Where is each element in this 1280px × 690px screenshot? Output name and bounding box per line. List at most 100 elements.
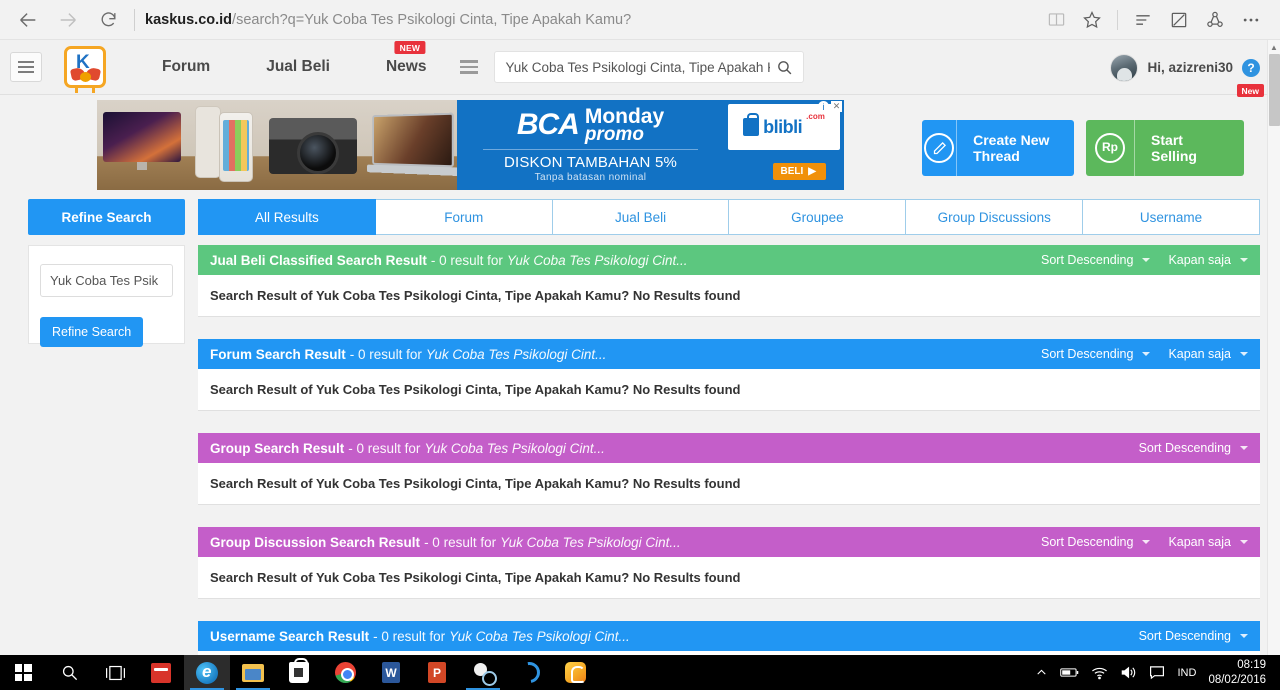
time-filter-dropdown[interactable]: Kapan saja [1150,347,1248,361]
kaskus-logo[interactable]: K [64,46,106,93]
result-header: Group Search Result - 0 result for Yuk C… [198,433,1260,463]
result-query: Yuk Coba Tes Psikologi Cint... [449,628,630,644]
url-domain: kaskus.co.id [145,11,233,28]
tab-all-results[interactable]: All Results [198,199,376,235]
volume-icon[interactable] [1120,665,1137,680]
action-center-icon[interactable] [1149,665,1165,680]
ad-line2: promo [584,124,644,146]
snipping-tool-icon[interactable] [460,655,506,690]
search-icon[interactable] [46,655,92,690]
ad-and-actions-row: BCA Monday promo DISKON TAMBAHAN 5% Tanp… [0,95,1280,195]
action-buttons: Create New Thread Rp Start Selling [922,120,1244,176]
sort-descending-dropdown[interactable]: Sort Descending [1121,441,1248,455]
internet-explorer-icon[interactable] [506,655,552,690]
time-label: Kapan saja [1168,535,1231,549]
nav-item-jual-beli[interactable]: Jual Beli [238,58,358,76]
chevron-down-icon [1240,634,1248,638]
ad-cta-label: BELI [780,166,804,177]
avatar[interactable] [1110,53,1139,82]
result-count: - 0 result for [348,440,421,456]
windows-start-icon[interactable] [0,655,46,690]
forward-button[interactable] [48,4,88,36]
nav-item-forum[interactable]: Forum [134,58,238,76]
result-query: Yuk Coba Tes Psikologi Cint... [424,440,605,456]
sort-descending-dropdown[interactable]: Sort Descending [1023,535,1151,549]
result-header: Group Discussion Search Result - 0 resul… [198,527,1260,557]
ad-close-icon[interactable]: ✕ [831,101,842,112]
user-greeting: Hi, azizreni30 [1147,60,1233,75]
address-bar[interactable]: kaskus.co.id/search?q=Yuk Coba Tes Psiko… [145,4,1039,36]
uc-browser-icon[interactable] [552,655,598,690]
scrollbar-thumb[interactable] [1269,54,1280,126]
ad-product-photo [97,100,457,190]
microsoft-powerpoint-icon[interactable]: P [414,655,460,690]
result-block-forum: Forum Search Result - 0 result for Yuk C… [198,339,1260,411]
refine-search-button[interactable]: Refine Search [40,317,144,347]
result-count: - 0 result for [424,534,497,550]
rupiah-icon: Rp [1086,120,1136,176]
clock-date: 08/02/2016 [1208,673,1266,686]
more-icon[interactable] [1234,4,1268,36]
sort-label: Sort Descending [1138,629,1231,643]
chevron-down-icon [1142,352,1151,356]
search-results-list: Jual Beli Classified Search Result - 0 r… [198,245,1260,655]
result-body: Search Result of Yuk Coba Tes Psikologi … [198,463,1260,505]
share-icon[interactable] [1198,4,1232,36]
favorites-star-icon[interactable] [1075,4,1109,36]
battery-icon[interactable] [1060,666,1079,679]
search-input[interactable] [505,59,771,75]
category-menu-icon[interactable] [460,60,479,74]
back-button[interactable] [8,4,48,36]
time-filter-dropdown[interactable]: Kapan saja [1150,253,1248,267]
edge-browser-icon[interactable] [184,655,230,690]
sort-descending-dropdown[interactable]: Sort Descending [1023,347,1151,361]
tab-group-discussions[interactable]: Group Discussions [906,199,1084,235]
ad-controls: i ✕ [818,101,842,112]
microsoft-word-icon[interactable]: W [368,655,414,690]
tab-groupee[interactable]: Groupee [729,199,907,235]
result-body: Search Result of Yuk Coba Tes Psikologi … [198,369,1260,411]
reading-view-icon[interactable] [1039,4,1073,36]
advertisement-banner[interactable]: BCA Monday promo DISKON TAMBAHAN 5% Tanp… [97,100,844,190]
refine-search-input[interactable] [40,264,173,297]
header-search-box[interactable] [494,51,805,83]
ad-info-icon[interactable]: i [818,101,829,112]
web-note-icon[interactable] [1162,4,1196,36]
result-query: Yuk Coba Tes Psikologi Cint... [506,252,688,268]
ad-cta-button[interactable]: BELI ▶ [772,163,826,180]
scroll-up-icon[interactable]: ▲ [1268,40,1280,54]
shopping-bag-icon [743,113,760,136]
pencil-icon [922,120,958,176]
tab-forum[interactable]: Forum [375,199,553,235]
task-view-icon[interactable] [92,655,138,690]
language-indicator[interactable]: IND [1177,667,1196,679]
nav-item-news[interactable]: NEW News [358,41,455,76]
refresh-button[interactable] [88,4,128,36]
clock[interactable]: 08:19 08/02/2016 [1208,658,1266,687]
sort-label: Sort Descending [1041,347,1134,361]
tab-username[interactable]: Username [1083,199,1260,235]
result-count: - 0 result for [430,252,503,268]
refine-search-header[interactable]: Refine Search [28,199,185,235]
hub-icon[interactable] [1126,4,1160,36]
google-chrome-icon[interactable] [322,655,368,690]
result-count: - 0 result for [349,346,422,362]
help-icon[interactable]: ? [1242,58,1260,77]
adobe-reader-icon[interactable] [138,655,184,690]
wifi-icon[interactable] [1091,666,1108,680]
sort-descending-dropdown[interactable]: Sort Descending [1023,253,1151,267]
file-explorer-icon[interactable] [230,655,276,690]
show-hidden-icons[interactable] [1035,666,1048,679]
time-filter-dropdown[interactable]: Kapan saja [1150,535,1248,549]
page-scrollbar[interactable]: ▲ [1267,40,1280,655]
hamburger-menu-icon[interactable] [10,52,42,82]
start-selling-button[interactable]: Rp Start Selling [1086,120,1244,176]
microsoft-store-icon[interactable] [276,655,322,690]
search-icon[interactable] [770,59,793,76]
tab-jual-beli[interactable]: Jual Beli [552,199,730,235]
create-new-thread-button[interactable]: Create New Thread [922,120,1074,176]
sort-label: Sort Descending [1138,441,1231,455]
sort-descending-dropdown[interactable]: Sort Descending [1121,629,1248,643]
partner-tld: .com [806,112,825,121]
partner-name: blibli [763,116,803,137]
